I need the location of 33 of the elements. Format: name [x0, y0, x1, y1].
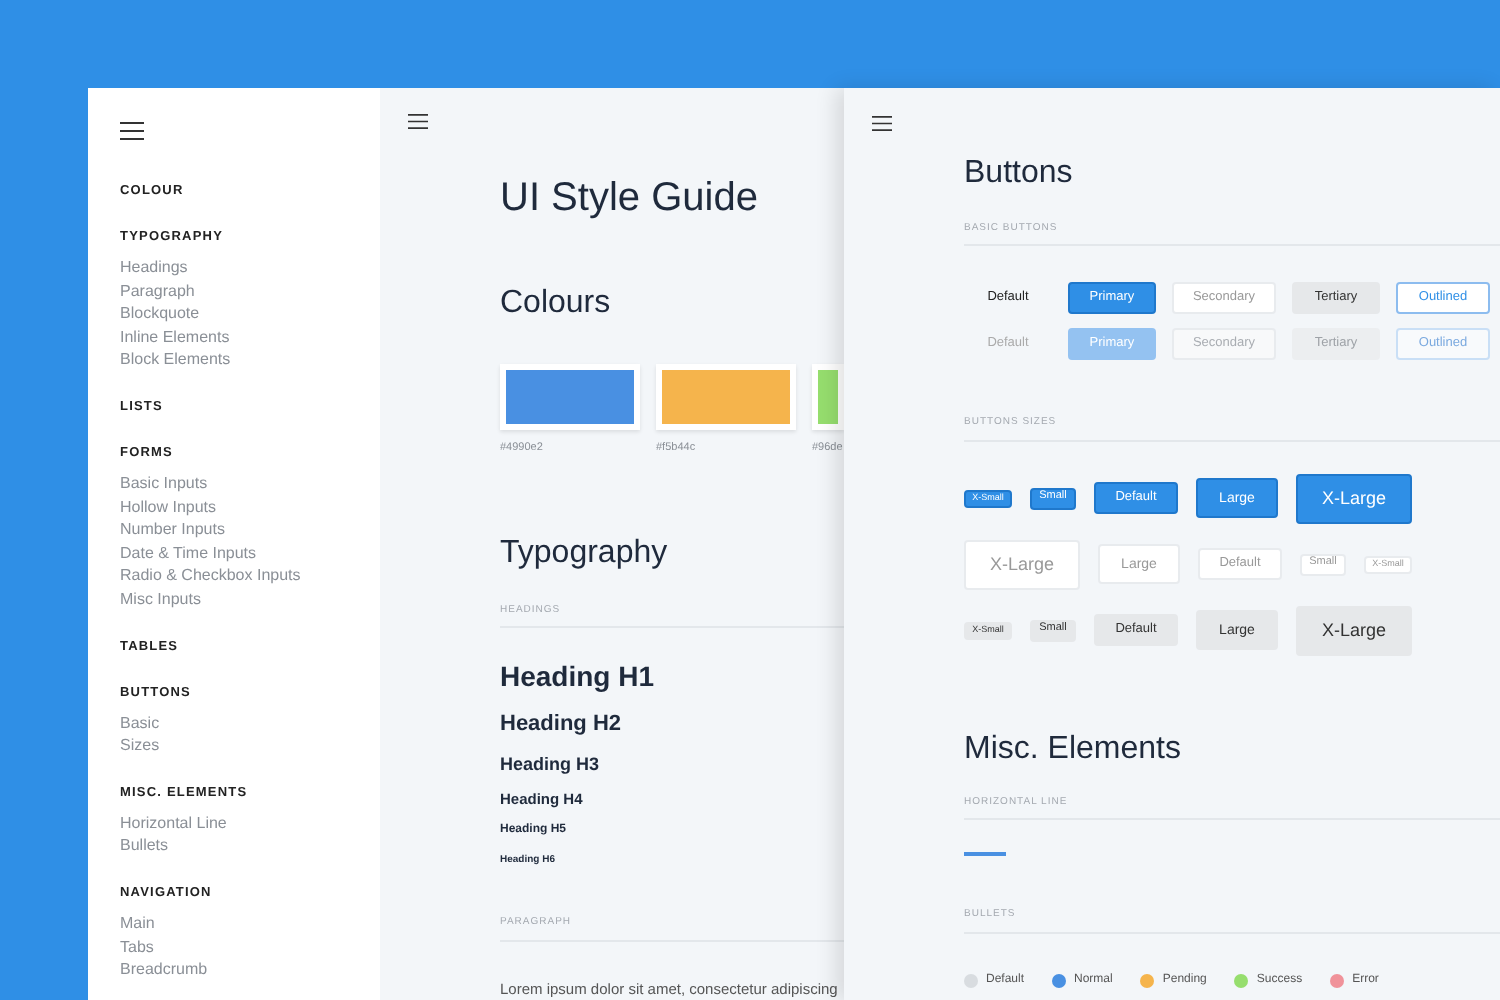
- heading-sample: Heading H2: [500, 712, 624, 739]
- sidebar-link[interactable]: Horizontal Line: [120, 811, 227, 835]
- sidebar-link[interactable]: Basic Inputs: [120, 471, 208, 496]
- sidebar-link[interactable]: Number Inputs: [120, 518, 225, 542]
- section-heading: Colours: [500, 283, 613, 323]
- sidebar-link[interactable]: Misc Inputs: [120, 587, 201, 612]
- menu-icon[interactable]: [408, 114, 428, 129]
- sidebar-link[interactable]: Block Elements: [120, 348, 231, 372]
- sidebar-link[interactable]: Main: [120, 911, 155, 935]
- sidebar-link[interactable]: Basic: [120, 711, 160, 735]
- heading-sample: Heading H3: [500, 754, 602, 777]
- sidebar-link[interactable]: Headings: [120, 256, 188, 280]
- menu-icon[interactable]: [120, 122, 144, 140]
- sidebar-link[interactable]: Sizes: [120, 734, 160, 758]
- section-heading: Misc. Elements: [964, 729, 1183, 769]
- heading-sample: Heading H1: [500, 660, 657, 695]
- button[interactable]: X-Large: [964, 539, 1080, 589]
- horizontal-line-sample: [964, 852, 1006, 856]
- sidebar-link[interactable]: Date & Time Inputs: [120, 541, 257, 565]
- button[interactable]: X-Large: [1296, 473, 1412, 523]
- sidebar-link[interactable]: Inline Elements: [120, 325, 230, 349]
- sidebar-link[interactable]: Bullets: [120, 834, 169, 858]
- section-heading: Buttons: [964, 153, 1075, 193]
- sidebar-link[interactable]: Tabs: [120, 935, 154, 959]
- sidebar-link[interactable]: Blockquote: [120, 302, 200, 326]
- button[interactable]: X-Large: [1296, 605, 1412, 655]
- section-heading: Typography: [500, 533, 670, 574]
- sidebar-link[interactable]: Breadcrumb: [120, 958, 208, 982]
- page-title: UI Style Guide: [500, 173, 760, 223]
- sidebar-link[interactable]: Radio & Checkbox Inputs: [120, 564, 301, 588]
- menu-icon[interactable]: [872, 116, 892, 131]
- sidebar-link[interactable]: Paragraph: [120, 279, 195, 303]
- sidebar-link[interactable]: Hollow Inputs: [120, 495, 217, 519]
